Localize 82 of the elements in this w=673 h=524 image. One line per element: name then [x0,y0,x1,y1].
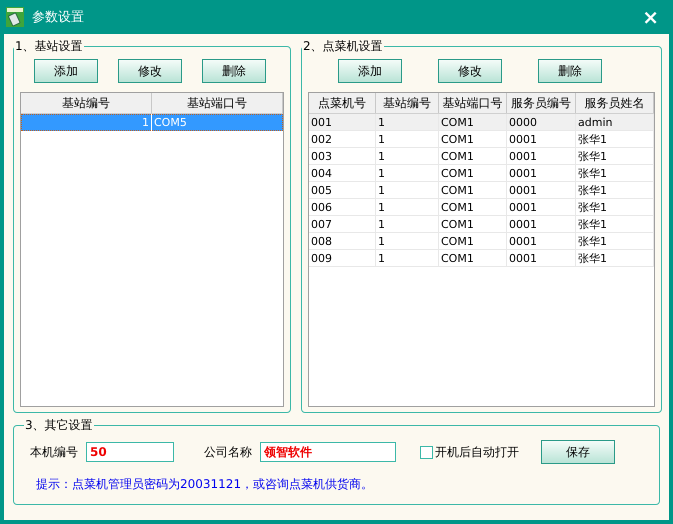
table-cell: COM1 [439,148,507,165]
table-cell: 009 [309,250,376,267]
table-row[interactable]: 004 1 COM1 0001 张华1 [309,165,654,182]
table-cell: COM1 [439,233,507,250]
table-cell: 1 [376,216,439,233]
close-button[interactable]: × [638,7,663,27]
table-cell: 1 [376,114,439,131]
table-cell: 0001 [507,148,576,165]
table-cell: 004 [309,165,376,182]
column-header[interactable]: 服务员编号 [507,93,576,113]
toolbar-button[interactable]: 修改 [118,59,182,83]
table-cell: 1 [376,165,439,182]
table-row[interactable]: 005 1 COM1 0001 张华1 [309,182,654,199]
table-cell: COM1 [439,182,507,199]
column-header[interactable]: 点菜机号 [309,93,376,113]
table-row[interactable]: 006 1 COM1 0001 张华1 [309,199,654,216]
group-title: 2、点菜机设置 [302,38,384,55]
group-title: 3、其它设置 [24,417,94,434]
save-button[interactable]: 保存 [541,440,615,464]
table-cell: 张华1 [576,233,654,250]
table-cell: 1 [376,233,439,250]
table-cell: 1 [376,131,439,148]
table-cell: 张华1 [576,182,654,199]
table-cell: COM1 [439,131,507,148]
table-cell: 1 [376,148,439,165]
machine-number-field[interactable]: 50 [86,442,174,462]
table-row[interactable]: 009 1 COM1 0001 张华1 [309,250,654,267]
table-cell: 张华1 [576,250,654,267]
group-title: 1、基站设置 [14,38,84,55]
table-cell: 张华1 [576,131,654,148]
table-cell: 0001 [507,165,576,182]
column-header[interactable]: 基站编号 [376,93,439,113]
table-cell: 002 [309,131,376,148]
field-label: 公司名称 [204,444,252,460]
table-cell: 1 [376,182,439,199]
window-title: 参数设置 [32,9,84,26]
column-header[interactable]: 基站编号 [21,93,152,113]
table-cell: COM1 [439,114,507,131]
field-label: 本机编号 [30,444,78,460]
table-cell: 008 [309,233,376,250]
table-cell-text: COM5 [153,115,188,131]
table-cell: 1 [376,199,439,216]
table-cell: 0001 [507,216,576,233]
column-header[interactable]: 基站端口号 [152,93,283,113]
toolbar-button[interactable]: 修改 [438,59,502,83]
table-cell: COM1 [439,199,507,216]
table-cell: 003 [309,148,376,165]
toolbar-button[interactable]: 删除 [538,59,602,83]
table-cell: 0001 [507,250,576,267]
table-cell: 0001 [507,233,576,250]
table-cell: COM1 [439,165,507,182]
toolbar-button[interactable]: 删除 [202,59,266,83]
table-cell: 005 [309,182,376,199]
table-cell: 0001 [507,182,576,199]
table-row[interactable]: 008 1 COM1 0001 张华1 [309,233,654,250]
table-cell: 001 [309,114,376,131]
table-cell: admin [576,114,654,131]
toolbar-button[interactable]: 添加 [338,59,402,83]
table-cell: COM1 [439,250,507,267]
column-header[interactable]: 服务员姓名 [576,93,654,113]
table-cell: 0001 [507,131,576,148]
table-row[interactable]: 001 1 COM1 0000 admin [309,114,654,131]
hint-text: 提示：点菜机管理员密码为20031121，或咨询点菜机供货商。 [35,476,374,493]
table-row[interactable]: 007 1 COM1 0001 张华1 [309,216,654,233]
table-cell: 007 [309,216,376,233]
table-cell: COM1 [439,216,507,233]
column-header[interactable]: 基站端口号 [439,93,507,113]
table-cell: 1 [376,250,439,267]
table-row[interactable]: 002 1 COM1 0001 张华1 [309,131,654,148]
table-cell: 1 [21,114,152,131]
table-cell: 0000 [507,114,576,131]
table-cell: 张华1 [576,165,654,182]
table-cell: 张华1 [576,148,654,165]
autostart-checkbox[interactable]: 开机后自动打开 [420,444,519,460]
table-cell: 006 [309,199,376,216]
table-row[interactable]: 003 1 COM1 0001 张华1 [309,148,654,165]
table-cell: 张华1 [576,216,654,233]
toolbar-button[interactable]: 添加 [34,59,98,83]
company-name-field[interactable]: 领智软件 [260,442,396,462]
app-icon [6,7,24,27]
table-cell: 张华1 [576,199,654,216]
table-cell: 0001 [507,199,576,216]
